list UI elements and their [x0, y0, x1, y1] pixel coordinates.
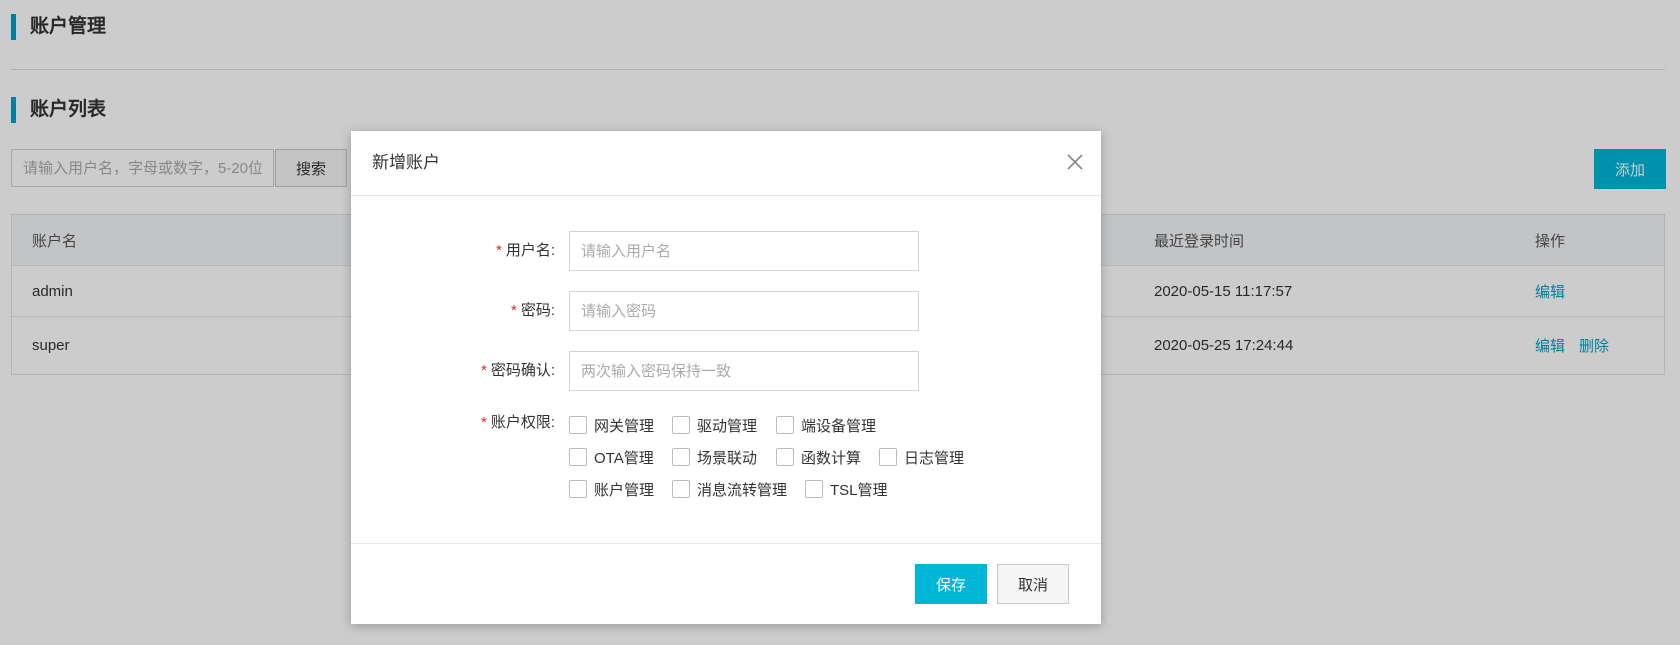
dialog-title: 新增账户 [372, 153, 440, 172]
password-input[interactable] [569, 291, 919, 331]
checkbox-icon[interactable] [776, 416, 794, 434]
required-mark: * [510, 302, 517, 319]
save-button[interactable]: 保存 [915, 564, 987, 604]
dialog-footer: 保存 取消 [351, 543, 1101, 625]
permissions-label: * 账户权限: [480, 414, 555, 431]
checkbox-icon[interactable] [879, 448, 897, 466]
checkbox-icon[interactable] [805, 480, 823, 498]
permission-checkbox[interactable]: 函数计算 [776, 446, 861, 468]
password-confirm-row: * 密码确认: [351, 351, 1101, 391]
checkbox-icon[interactable] [672, 448, 690, 466]
permission-checkbox[interactable]: 场景联动 [672, 446, 757, 468]
username-input[interactable] [569, 231, 919, 271]
password-confirm-input[interactable] [569, 351, 919, 391]
password-label: * 密码: [510, 302, 555, 319]
checkbox-icon[interactable] [776, 448, 794, 466]
required-mark: * [480, 362, 487, 379]
close-icon[interactable] [1063, 150, 1087, 174]
permission-checkbox[interactable]: 消息流转管理 [672, 478, 787, 500]
password-confirm-label: * 密码确认: [480, 362, 555, 379]
checkbox-icon[interactable] [672, 480, 690, 498]
permission-checkbox[interactable]: 驱动管理 [672, 414, 757, 436]
username-row: * 用户名: [351, 231, 1101, 271]
permission-checkbox[interactable]: TSL管理 [805, 478, 888, 500]
checkbox-icon[interactable] [672, 416, 690, 434]
permission-checkbox[interactable]: 账户管理 [569, 478, 654, 500]
required-mark: * [495, 242, 502, 259]
required-mark: * [480, 414, 487, 431]
checkbox-icon[interactable] [569, 416, 587, 434]
permission-checkbox[interactable]: 网关管理 [569, 414, 654, 436]
username-label: * 用户名: [495, 242, 555, 259]
cancel-button[interactable]: 取消 [997, 564, 1069, 604]
dialog-header: 新增账户 [351, 131, 1101, 196]
permission-checkbox[interactable]: 端设备管理 [776, 414, 876, 436]
permission-checkbox[interactable]: 日志管理 [879, 446, 964, 468]
checkbox-icon[interactable] [569, 480, 587, 498]
permission-checkbox[interactable]: OTA管理 [569, 446, 654, 468]
password-row: * 密码: [351, 291, 1101, 331]
checkbox-icon[interactable] [569, 448, 587, 466]
add-account-dialog: 新增账户 *用户名: *密码: *密码确认: *账户权限: 网关管理 驱动管理 … [351, 131, 1101, 624]
